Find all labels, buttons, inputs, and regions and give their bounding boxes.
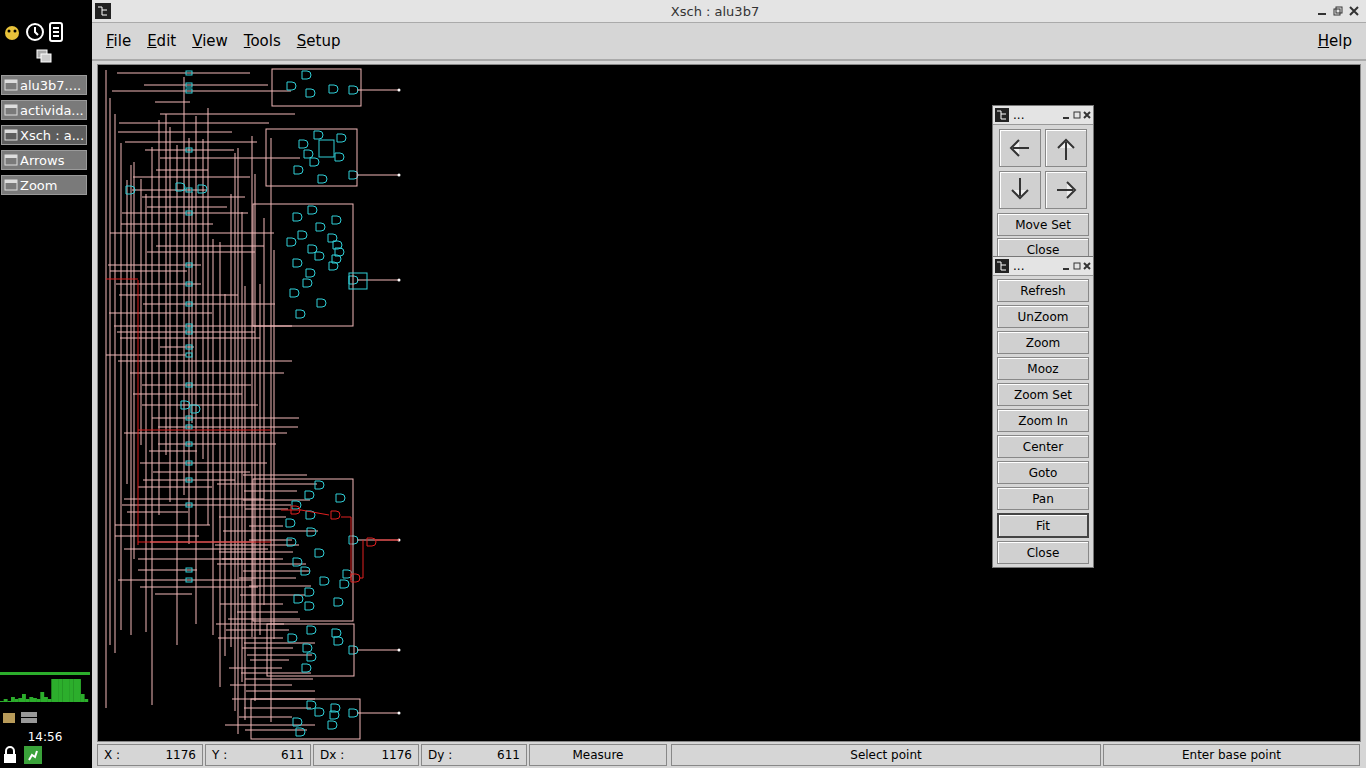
zoom-button[interactable]: Zoom In xyxy=(997,409,1089,432)
taskbar-item[interactable]: Xsch : a... xyxy=(1,125,87,145)
app-icon xyxy=(95,3,111,19)
title-bar: Xsch : alu3b7 xyxy=(92,0,1366,23)
window-icon xyxy=(4,103,18,117)
zoom-button[interactable]: Zoom Set xyxy=(997,383,1089,406)
clipboard-icon xyxy=(2,710,16,724)
menu-item[interactable]: Setup xyxy=(289,30,349,52)
status-message: Measure xyxy=(529,744,667,766)
lock-icon xyxy=(2,746,18,764)
zoom-button[interactable]: Close xyxy=(997,541,1089,564)
arrow-right-icon xyxy=(1045,172,1087,208)
coordinate-field: Dy :611 xyxy=(421,744,527,766)
main-window: Xsch : alu3b7 FileEditViewToolsSetup Help X… xyxy=(92,0,1366,768)
taskbar-item[interactable]: Zoom xyxy=(1,175,87,195)
window-icon xyxy=(4,178,18,192)
zoom-button[interactable]: UnZoom xyxy=(997,305,1089,328)
arrow-down-button[interactable] xyxy=(999,171,1041,209)
arrow-up-button[interactable] xyxy=(1045,129,1087,167)
panel-button[interactable]: Move Set xyxy=(997,213,1089,236)
menu-item[interactable]: View xyxy=(184,30,236,52)
clock-icon xyxy=(25,22,45,42)
minimize-icon xyxy=(1316,5,1328,17)
zoom-panel: ...RefreshUnZoomZoomMoozZoom SetZoom InC… xyxy=(992,256,1094,568)
network-icon xyxy=(20,710,38,724)
window-icon xyxy=(4,128,18,142)
status-message: Enter base point xyxy=(1103,744,1360,766)
taskbar-item[interactable]: activida... xyxy=(1,100,87,120)
menu-item[interactable]: File xyxy=(98,30,139,52)
exit-icon xyxy=(24,746,42,764)
close-icon xyxy=(1348,5,1360,17)
window-controls-icon xyxy=(1061,110,1091,120)
menu-item[interactable]: Edit xyxy=(139,30,184,52)
app-icon xyxy=(995,108,1009,122)
zoom-button[interactable]: Pan xyxy=(997,487,1089,510)
taskbar-item[interactable]: alu3b7.... xyxy=(1,75,87,95)
zoom-button[interactable]: Center xyxy=(997,435,1089,458)
cpu-meter xyxy=(0,672,90,704)
list-icon xyxy=(48,22,64,42)
restore-icon xyxy=(1332,5,1344,17)
status-message: Select point xyxy=(671,744,1101,766)
arrow-left-button[interactable] xyxy=(999,129,1041,167)
zoom-button[interactable]: Mooz xyxy=(997,357,1089,380)
menu-bar: FileEditViewToolsSetup Help xyxy=(92,23,1366,61)
zoom-button[interactable]: Refresh xyxy=(997,279,1089,302)
menu-item[interactable]: Tools xyxy=(236,30,289,52)
arrow-up-icon xyxy=(1045,130,1087,166)
schematic-diagram xyxy=(98,65,1359,742)
clock: 14:56 xyxy=(0,730,90,744)
taskbar-item[interactable]: Arrows xyxy=(1,150,87,170)
window-icon xyxy=(4,153,18,167)
zoom-button[interactable]: Goto xyxy=(997,461,1089,484)
coordinate-field: X :1176 xyxy=(97,744,203,766)
schematic-canvas[interactable] xyxy=(97,64,1361,742)
app-icon xyxy=(995,259,1009,273)
zoom-button[interactable]: Fit xyxy=(997,513,1089,538)
status-bar: X :1176Y :611Dx :1176Dy :611MeasureSelec… xyxy=(92,742,1366,768)
coordinate-field: Y :611 xyxy=(205,744,311,766)
help-menu[interactable]: Help xyxy=(1310,30,1360,52)
arrow-down-icon xyxy=(999,172,1041,208)
window-controls-icon xyxy=(1061,261,1091,271)
taskbar: alu3b7.... activida... Xsch : a... Arrows Zo… xyxy=(0,0,90,768)
zoom-button[interactable]: Zoom xyxy=(997,331,1089,354)
coordinate-field: Dx :1176 xyxy=(313,744,419,766)
arrow-right-button[interactable] xyxy=(1045,171,1087,209)
window-icon xyxy=(4,78,18,92)
arrows-panel: ...Move SetClose xyxy=(992,105,1094,265)
arrow-left-icon xyxy=(999,130,1041,166)
mascot-icon xyxy=(2,22,22,42)
windows-icon xyxy=(36,49,52,63)
